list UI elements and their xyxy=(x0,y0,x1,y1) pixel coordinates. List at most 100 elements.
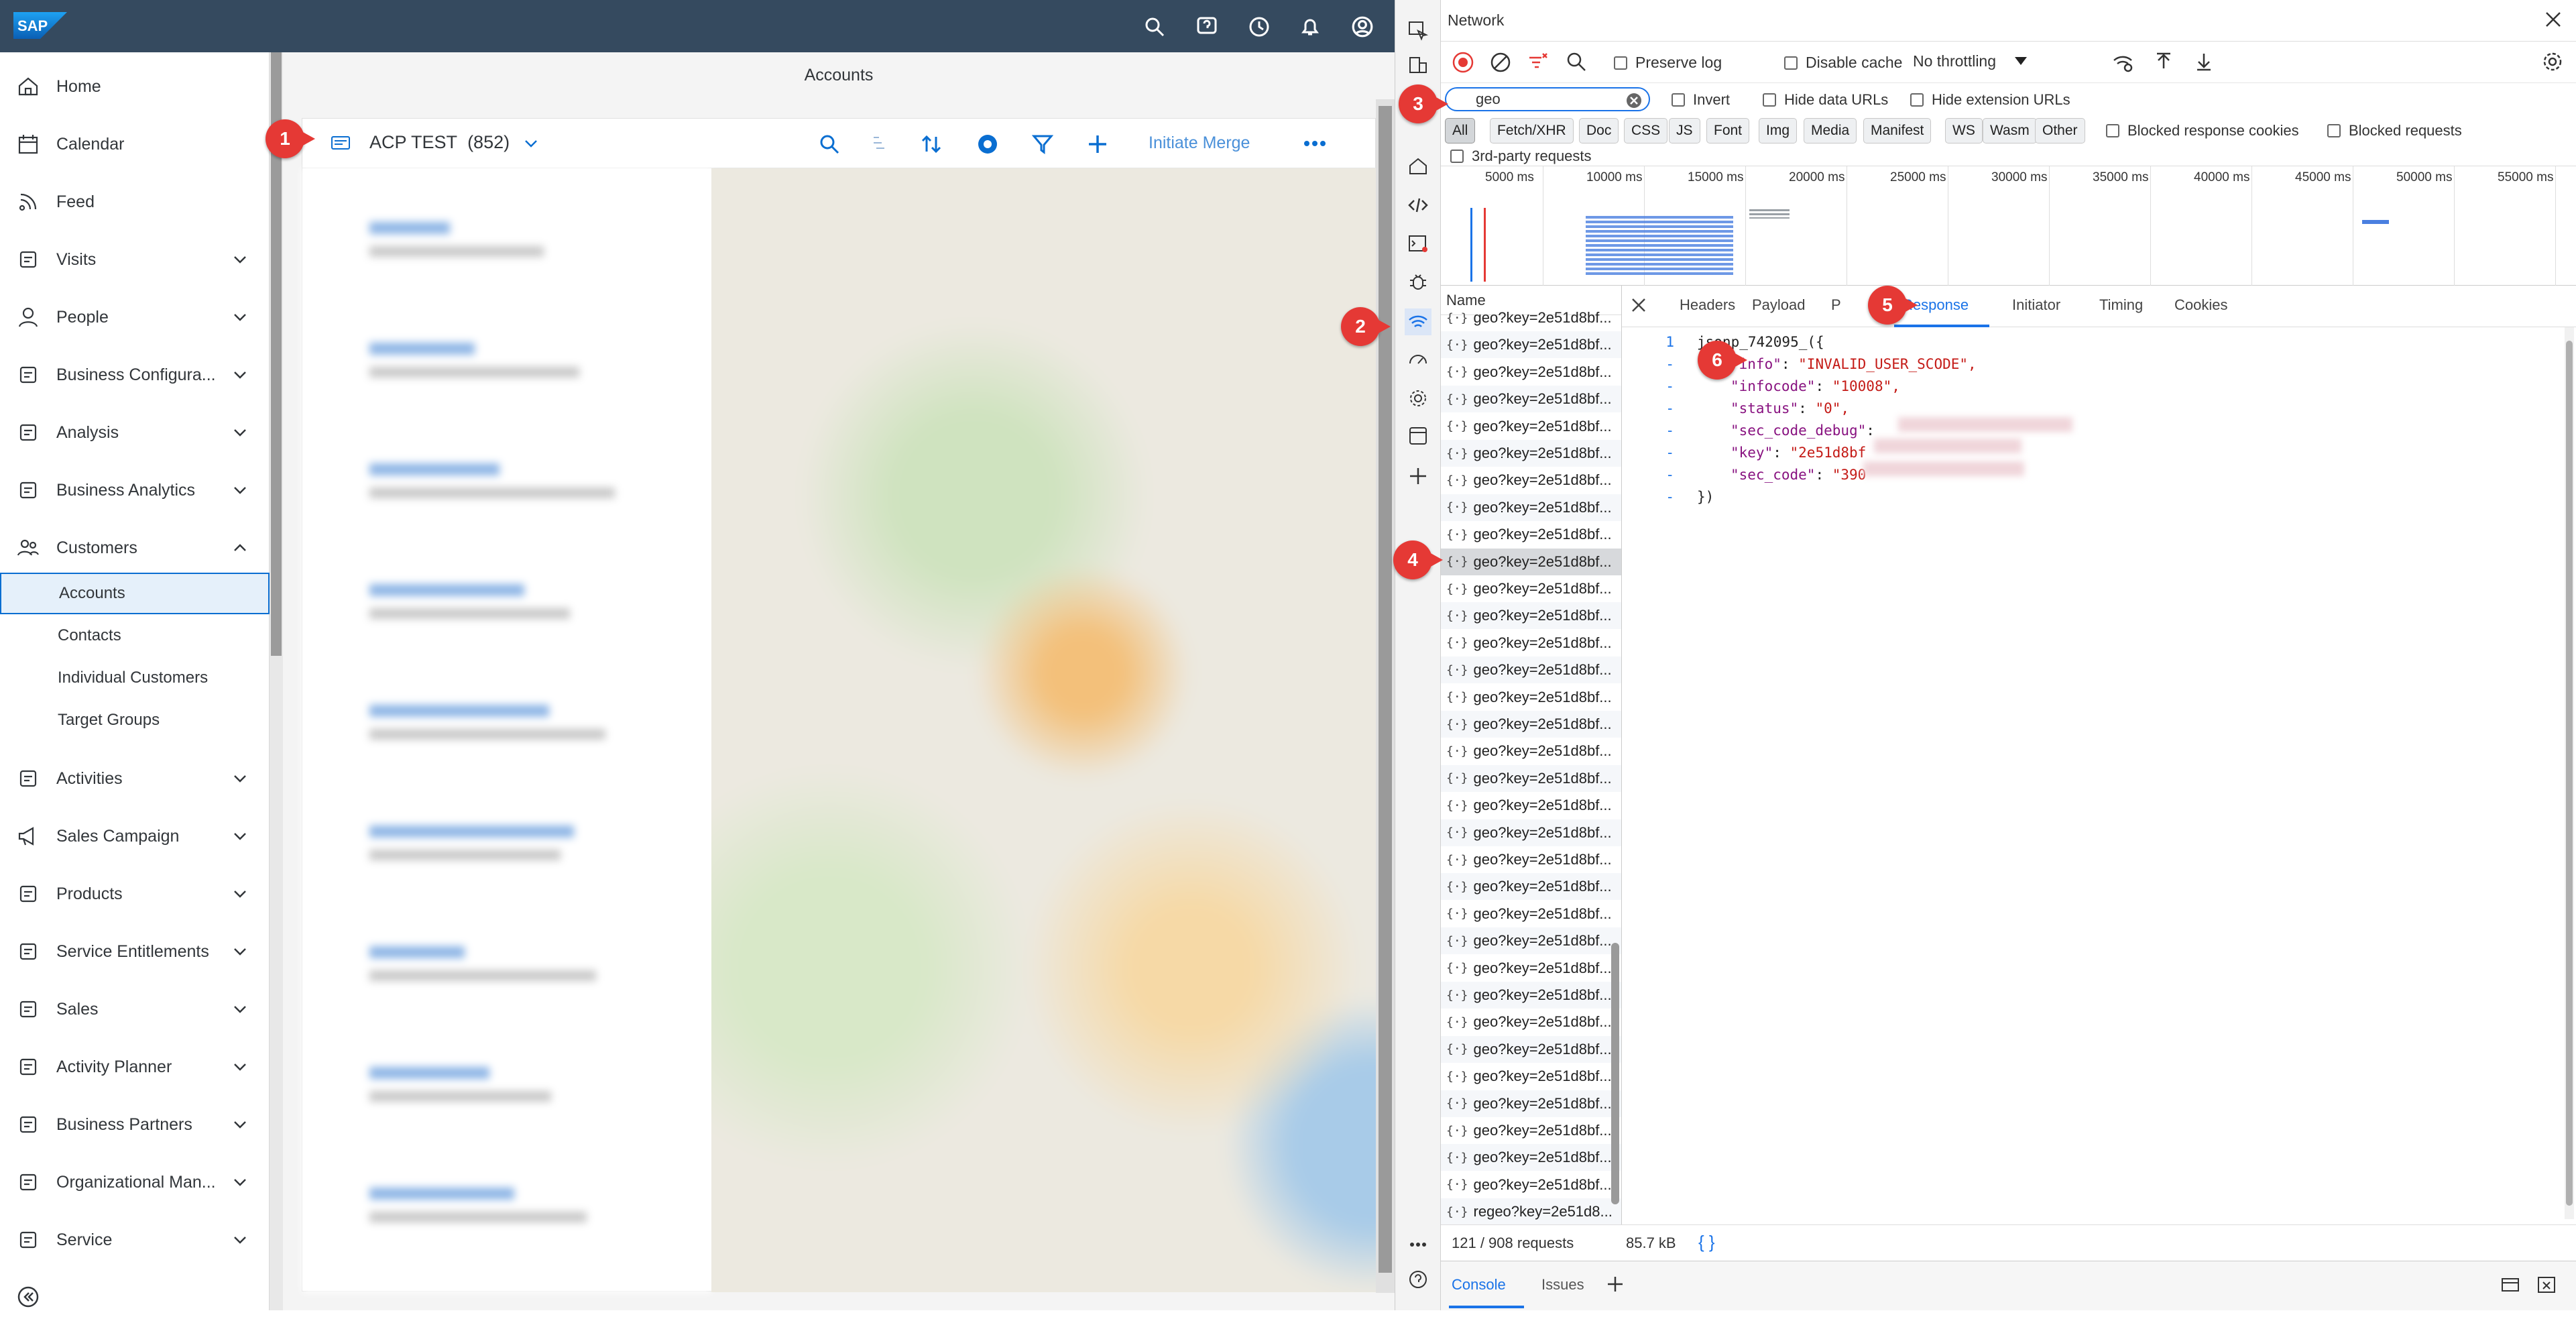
request-row[interactable]: {·} geo?key=2e51d8bf... xyxy=(1441,1117,1621,1144)
chevron-down-icon[interactable] xyxy=(228,939,252,964)
sidebar-item-people[interactable]: People xyxy=(0,288,270,346)
invert-checkbox[interactable]: Invert xyxy=(1672,91,1730,109)
performance-icon[interactable] xyxy=(1405,346,1431,373)
sidebar-item-analysis[interactable]: Analysis xyxy=(0,404,270,461)
group-icon[interactable] xyxy=(867,131,894,158)
welcome-home-icon[interactable] xyxy=(1405,153,1431,180)
request-row[interactable]: {·} regeo?key=2e51d8... xyxy=(1441,1198,1621,1224)
chevron-up-icon[interactable] xyxy=(228,536,252,560)
filter-icon[interactable] xyxy=(1029,131,1056,158)
request-row[interactable]: {·} geo?key=2e51d8bf... xyxy=(1441,927,1621,955)
chevron-down-icon[interactable] xyxy=(228,1112,252,1137)
application-icon[interactable] xyxy=(1405,422,1431,449)
sidebar-item-sales-campaign[interactable]: Sales Campaign xyxy=(0,807,270,865)
nav-scrollbar[interactable] xyxy=(270,52,283,1310)
request-row[interactable]: {·} geo?key=2e51d8bf... xyxy=(1441,764,1621,792)
request-row[interactable]: {·} geo?key=2e51d8bf... xyxy=(1441,819,1621,846)
request-row[interactable]: {·} geo?key=2e51d8bf... xyxy=(1441,359,1621,386)
sidebar-subitem-accounts[interactable]: Accounts xyxy=(0,573,270,614)
request-row[interactable]: {·} geo?key=2e51d8bf... xyxy=(1441,846,1621,873)
settings-gear-icon[interactable] xyxy=(974,131,1001,158)
sidebar-item-business-partners[interactable]: Business Partners xyxy=(0,1096,270,1153)
sidebar-subitem-contacts[interactable]: Contacts xyxy=(0,615,270,656)
chevron-down-icon[interactable] xyxy=(228,478,252,502)
bell-icon[interactable] xyxy=(1298,15,1322,39)
sidebar-item-calendar[interactable]: Calendar xyxy=(0,115,270,173)
network-settings-icon[interactable] xyxy=(2542,51,2565,74)
response-scrollbar[interactable] xyxy=(2565,327,2574,1219)
request-row[interactable]: {·} geo?key=2e51d8bf... xyxy=(1441,467,1621,494)
sidebar-item-service-entitlements[interactable]: Service Entitlements xyxy=(0,923,270,980)
help-circle-icon[interactable] xyxy=(1405,1266,1431,1293)
disable-cache-checkbox[interactable]: Disable cache xyxy=(1784,54,1902,72)
search-icon[interactable] xyxy=(1143,15,1167,39)
request-row[interactable]: {·} geo?key=2e51d8bf... xyxy=(1441,386,1621,413)
chevron-down-icon[interactable] xyxy=(228,305,252,329)
request-row[interactable]: {·} geo?key=2e51d8bf... xyxy=(1441,1090,1621,1117)
elements-icon[interactable] xyxy=(1405,192,1431,219)
tab-headers[interactable]: Headers xyxy=(1680,296,1735,314)
request-row[interactable]: {·} geo?key=2e51d8bf... xyxy=(1441,413,1621,440)
network-conditions-icon[interactable] xyxy=(2111,51,2134,74)
help-icon[interactable] xyxy=(1195,15,1219,39)
add-icon[interactable] xyxy=(1084,131,1111,158)
filter-toggle-icon[interactable] xyxy=(1527,51,1549,74)
hide-data-urls-checkbox[interactable]: Hide data URLs xyxy=(1763,91,1888,109)
request-row[interactable]: {·} geo?key=2e51d8bf... xyxy=(1441,304,1621,331)
network-search-icon[interactable] xyxy=(1566,51,1588,74)
request-row[interactable]: {·} geo?key=2e51d8bf... xyxy=(1441,901,1621,927)
type-filter-other[interactable]: Other xyxy=(2035,118,2085,144)
request-row[interactable]: {·} geo?key=2e51d8bf... xyxy=(1441,494,1621,521)
request-row[interactable]: {·} geo?key=2e51d8bf... xyxy=(1441,602,1621,630)
request-row[interactable]: {·} geo?key=2e51d8bf... xyxy=(1441,656,1621,684)
view-selector[interactable]: ACP TEST (852) xyxy=(369,132,510,153)
clear-icon[interactable] xyxy=(1489,51,1512,74)
sap-logo[interactable]: SAP xyxy=(13,12,67,39)
settings-icon[interactable] xyxy=(1405,385,1431,412)
blocked-response-cookies-checkbox[interactable]: Blocked response cookies xyxy=(2106,122,2299,139)
sidebar-item-service[interactable]: Service xyxy=(0,1211,270,1269)
initiate-merge-button[interactable]: Initiate Merge xyxy=(1149,133,1250,153)
tab-timing[interactable]: Timing xyxy=(2099,296,2143,314)
request-row[interactable]: {·} geo?key=2e51d8bf... xyxy=(1441,711,1621,738)
sidebar-item-products[interactable]: Products xyxy=(0,865,270,923)
tab-preview[interactable]: P xyxy=(1831,296,1841,314)
request-row[interactable]: {·} geo?key=2e51d8bf... xyxy=(1441,440,1621,467)
sidebar-item-business-configura[interactable]: Business Configura... xyxy=(0,346,270,404)
add-drawer-tab-icon[interactable] xyxy=(1606,1275,1626,1295)
chevron-down-icon[interactable] xyxy=(521,133,541,154)
request-row[interactable]: {·} geo?key=2e51d8bf... xyxy=(1441,331,1621,359)
import-har-icon[interactable] xyxy=(2153,51,2176,74)
request-row[interactable]: {·} geo?key=2e51d8bf... xyxy=(1441,738,1621,764)
sidebar-item-organizational-man[interactable]: Organizational Man... xyxy=(0,1153,270,1211)
blocked-requests-checkbox[interactable]: Blocked requests xyxy=(2327,122,2462,139)
tab-console[interactable]: Console xyxy=(1452,1276,1506,1294)
type-filter-wasm[interactable]: Wasm xyxy=(1983,118,2037,144)
type-filter-js[interactable]: JS xyxy=(1669,118,1700,144)
type-filter-font[interactable]: Font xyxy=(1706,118,1750,144)
type-filter-manifest[interactable]: Manifest xyxy=(1863,118,1932,144)
type-filter-img[interactable]: Img xyxy=(1759,118,1798,144)
close-detail-icon[interactable] xyxy=(1630,296,1650,317)
filter-input[interactable]: geo xyxy=(1445,87,1650,111)
request-row[interactable]: {·} geo?key=2e51d8bf... xyxy=(1441,575,1621,602)
sidebar-item-sales[interactable]: Sales xyxy=(0,980,270,1038)
hide-extension-urls-checkbox[interactable]: Hide extension URLs xyxy=(1910,91,2070,109)
record-icon[interactable] xyxy=(1452,51,1474,74)
chevron-down-icon[interactable] xyxy=(228,1055,252,1079)
chevron-down-icon[interactable] xyxy=(228,247,252,272)
tab-issues[interactable]: Issues xyxy=(1541,1276,1584,1294)
request-row[interactable]: {·} geo?key=2e51d8bf... xyxy=(1441,684,1621,711)
request-row[interactable]: {·} geo?key=2e51d8bf... xyxy=(1441,548,1621,575)
chevron-down-icon[interactable] xyxy=(228,824,252,848)
more-tools-icon[interactable] xyxy=(1405,1231,1431,1258)
type-filter-ws[interactable]: WS xyxy=(1945,118,1983,144)
pretty-print-button[interactable]: { } xyxy=(1698,1232,1715,1253)
main-scrollbar[interactable] xyxy=(1376,99,1395,1293)
response-body[interactable]: 1 jsonp_742095_({- "info": "INVALID_USER_S… xyxy=(1622,334,2561,1206)
clear-filter-icon[interactable] xyxy=(1626,93,1642,109)
chevron-down-icon[interactable] xyxy=(228,882,252,906)
device-toolbar-icon[interactable] xyxy=(1405,52,1431,79)
sidebar-item-business-analytics[interactable]: Business Analytics xyxy=(0,461,270,519)
request-row[interactable]: {·} geo?key=2e51d8bf... xyxy=(1441,521,1621,548)
